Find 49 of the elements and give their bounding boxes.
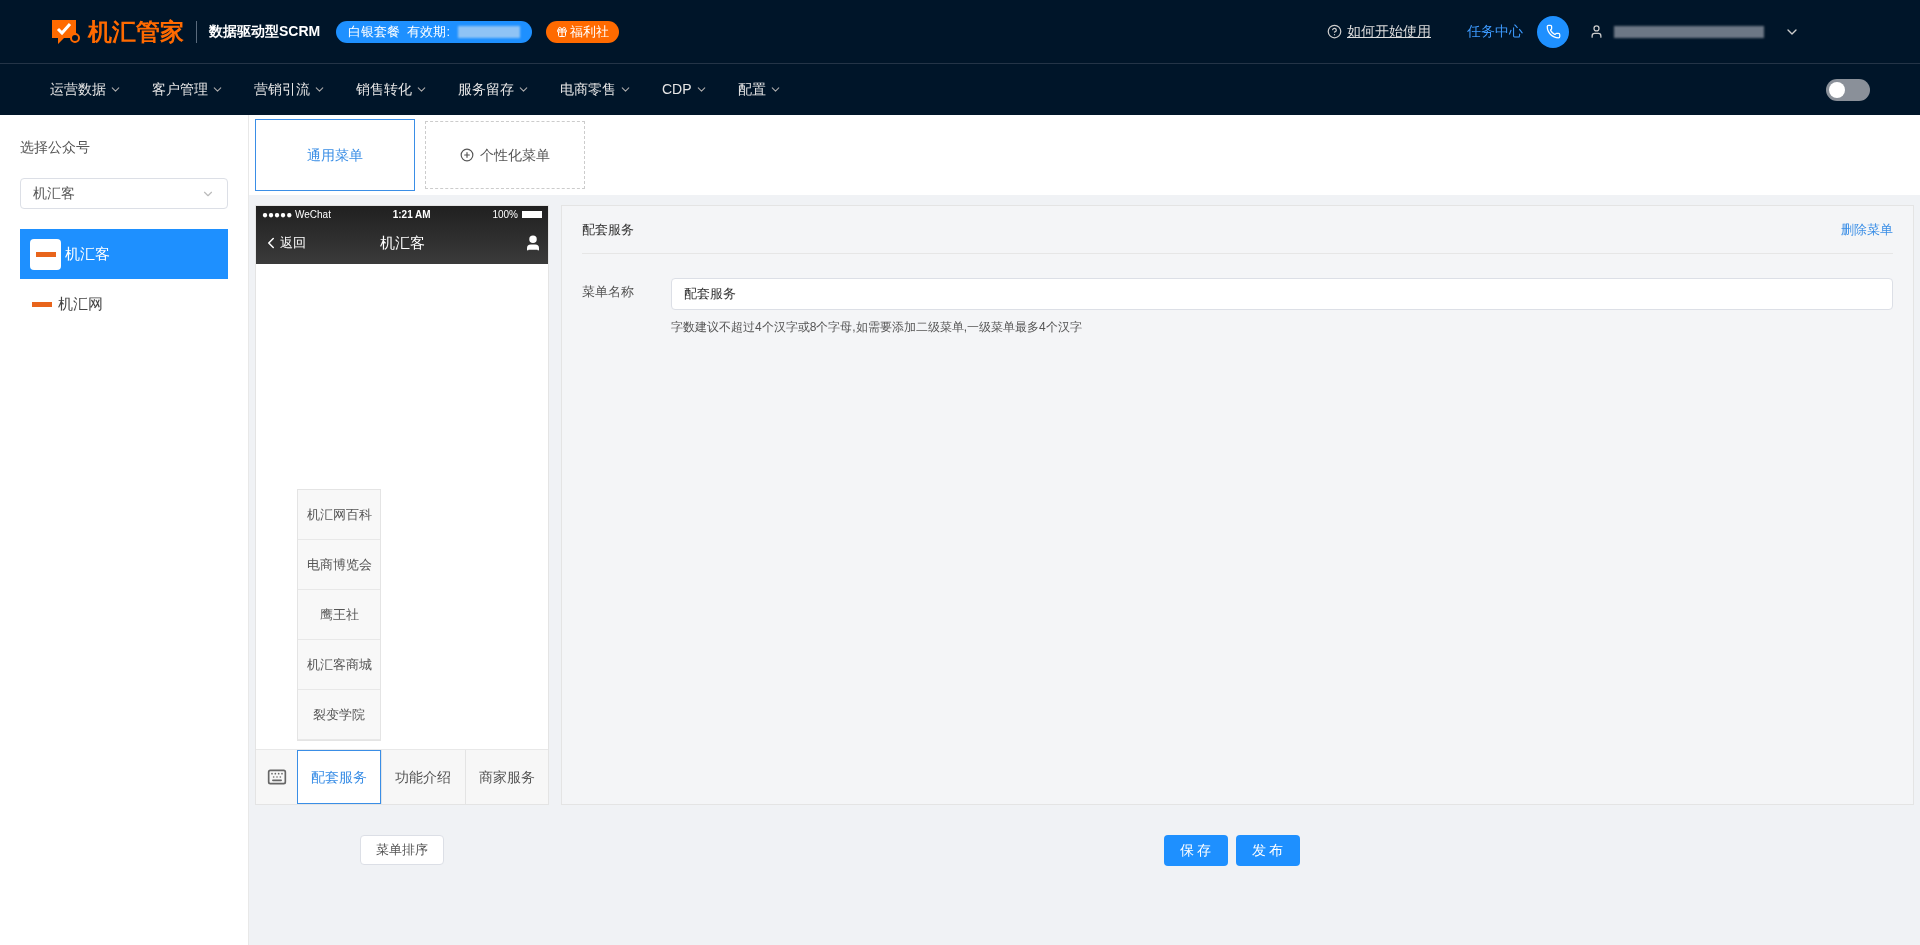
account-item[interactable]: 机汇网 [20,279,228,329]
profile-icon [524,234,542,252]
theme-switch[interactable] [1826,78,1870,101]
logo-icon [50,17,82,46]
submenu-item[interactable]: 鹰王社 [298,590,380,640]
plan-text: 白银套餐 有效期: [348,22,451,41]
carrier-text: ●●●●● WeChat [262,207,331,222]
phone-menu-item[interactable]: 配套服务 [297,750,382,804]
nav-menu-item[interactable]: 营销引流 [254,79,326,100]
menu-tab[interactable]: 通用菜单 [255,119,415,191]
phone-menu-item[interactable]: 功能介绍 [381,750,465,804]
phone-button[interactable] [1537,15,1569,48]
submenu-item[interactable]: 机汇网百科 [298,490,380,540]
nav-menu-item[interactable]: 销售转化 [356,79,428,100]
submenu-item[interactable]: 裂变学院 [298,690,380,740]
plus-circle-icon [460,148,474,162]
account-select[interactable]: 机汇客 [20,178,228,209]
field-label: 菜单名称 [582,283,635,301]
help-link[interactable]: 如何开始使用 [1347,21,1431,42]
phone-menu-item[interactable]: 商家服务 [464,750,548,804]
nav-menu-item[interactable]: 运营数据 [50,79,122,100]
nav-menu-item[interactable]: 服务留存 [458,79,530,100]
phone-title: 机汇客 [378,232,426,253]
logo-text: 机汇管家 [88,16,184,47]
hint-text: 字数建议不超过4个汉字或8个字母,如需要添加二级菜单,一级菜单最多4个汉字 [671,319,1083,336]
tagline: 数据驱动型SCRM [209,22,321,41]
battery-text: 100% [492,207,518,222]
sidebar-title: 选择公众号 [20,138,91,157]
user-icon [1589,24,1604,39]
time-text: 1:21 AM [392,207,431,222]
nav-menu-item[interactable]: 客户管理 [152,79,224,100]
phone-icon [1545,24,1561,39]
nav-menu-item[interactable]: CDP [662,79,708,100]
add-menu-tab[interactable]: 个性化菜单 [425,121,585,189]
keyboard-icon[interactable] [266,767,287,787]
help-icon [1327,24,1342,39]
submenu-item[interactable]: 机汇客商城 [298,640,380,690]
sort-menu-button[interactable]: 菜单排序 [360,835,444,865]
task-center-link[interactable]: 任务中心 [1467,21,1523,42]
editor-title: 配套服务 [582,220,634,239]
submenu-item[interactable]: 电商博览会 [298,540,380,590]
account-logo [30,238,61,270]
battery-icon [522,210,542,218]
gift-icon [556,25,569,38]
redacted-date [458,25,521,38]
back-text: 返回 [280,234,306,253]
menu-name-input[interactable]: 配套服务 [671,278,1893,310]
nav-menu-item[interactable]: 电商零售 [560,79,632,100]
nav-menu-item[interactable]: 配置 [737,79,782,100]
